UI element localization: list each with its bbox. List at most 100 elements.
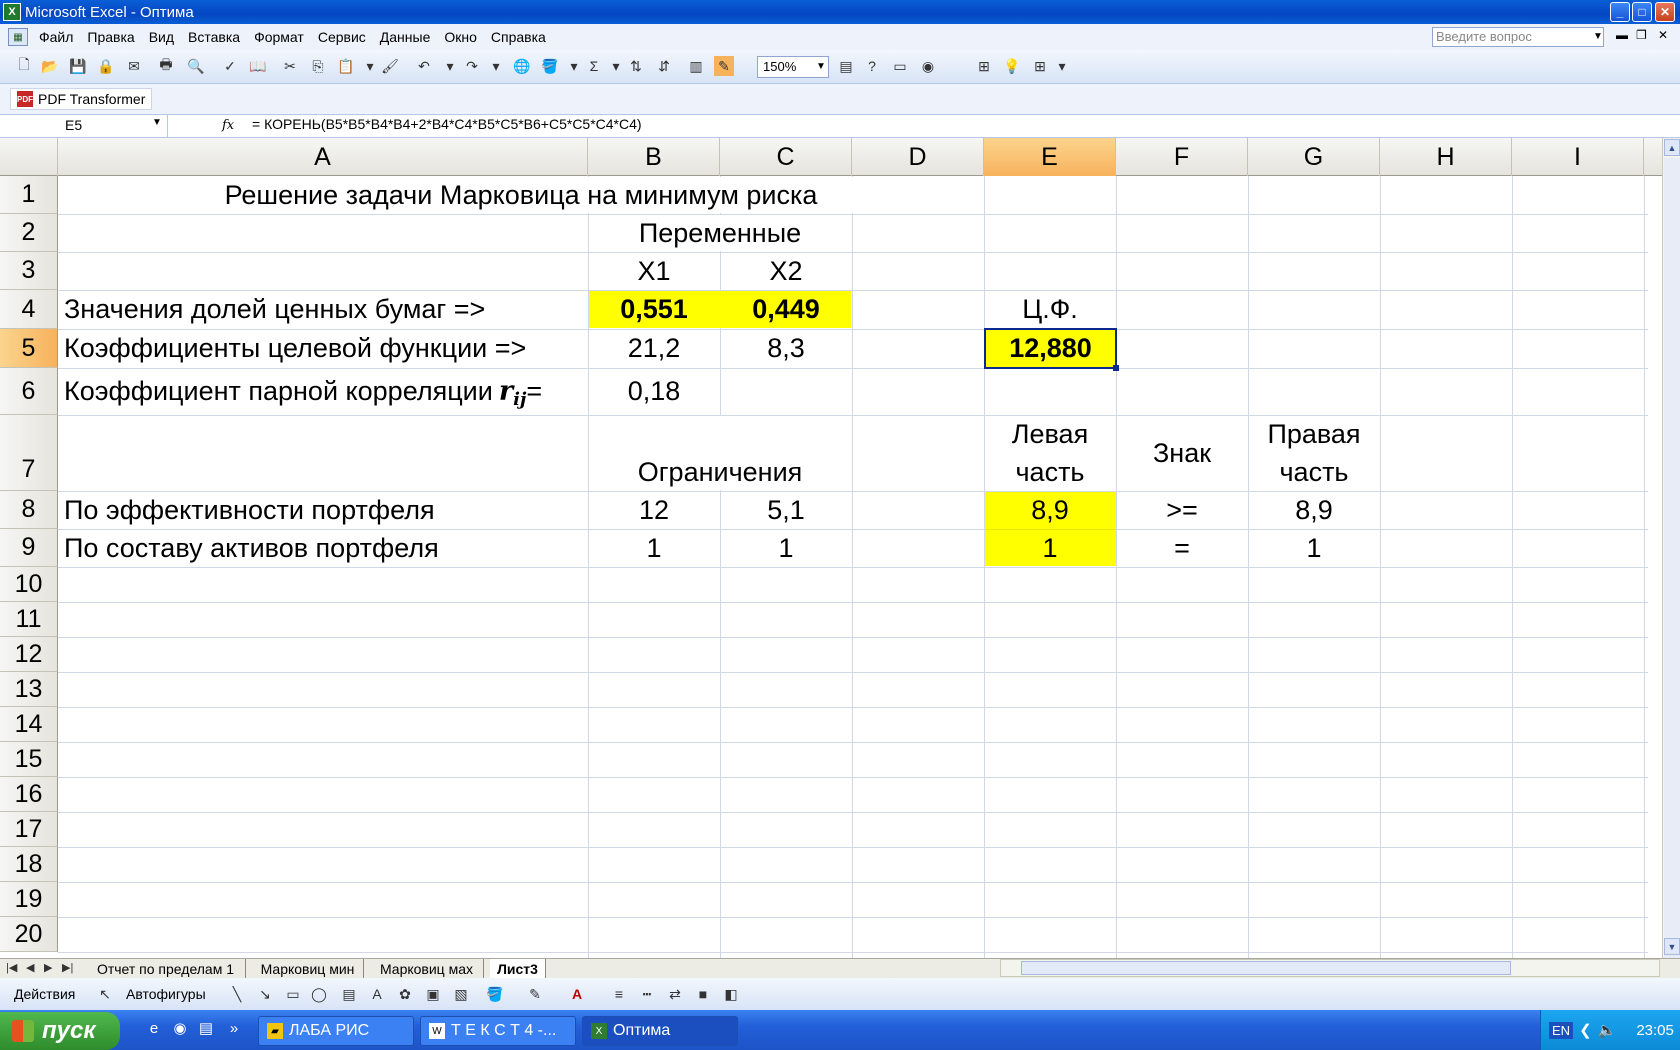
row-header-15[interactable]: 15 [0, 742, 58, 777]
cell-a6[interactable]: Коэффициент парной корреляции r ij = [64, 368, 588, 415]
borders-icon[interactable]: ⊞ [974, 56, 994, 76]
menu-file[interactable]: Файл [32, 29, 80, 45]
next-sheet-icon[interactable]: ▶ [44, 961, 52, 974]
cell-a9[interactable]: По составу активов портфеля [64, 529, 588, 567]
pdf-transformer-button[interactable]: PDF PDF Transformer [10, 88, 153, 110]
format-painter-icon[interactable]: 🖌 [380, 56, 400, 76]
cell-b2[interactable]: Переменные [588, 214, 852, 252]
row-header-9[interactable]: 9 [0, 529, 58, 567]
fill-dropdown-icon[interactable]: ▾ [564, 56, 584, 76]
prev-sheet-icon[interactable]: ◀ [26, 961, 34, 974]
cell-e5-selected[interactable]: 12,880 [984, 328, 1117, 369]
oval-icon[interactable]: ◯ [310, 985, 328, 1003]
grid-dropdown-icon[interactable]: ▾ [1052, 56, 1072, 76]
autosum-icon[interactable]: Σ [584, 56, 604, 76]
row-header-19[interactable]: 19 [0, 882, 58, 917]
row-header-6[interactable]: 6 [0, 368, 58, 415]
name-box-dropdown-icon[interactable]: ▼ [152, 117, 162, 128]
doc-close-button[interactable]: ✕ [1658, 28, 1668, 42]
cell-c8[interactable]: 5,1 [720, 491, 852, 529]
row-header-11[interactable]: 11 [0, 602, 58, 637]
doc-restore-button[interactable]: ❐ [1636, 28, 1647, 42]
row-header-18[interactable]: 18 [0, 847, 58, 882]
drawing-icon[interactable]: ✎ [714, 56, 734, 76]
actions-menu[interactable]: Действия [14, 986, 75, 1002]
new-icon[interactable]: 🗋 [14, 56, 34, 76]
cell-e4[interactable]: Ц.Ф. [984, 290, 1116, 329]
name-box[interactable]: E5 [0, 115, 168, 137]
row-header-14[interactable]: 14 [0, 707, 58, 742]
cell-c4[interactable]: 0,449 [720, 290, 852, 329]
cut-icon[interactable]: ✂ [280, 56, 300, 76]
row-header-2[interactable]: 2 [0, 214, 58, 252]
task-optima[interactable]: X Оптима [582, 1016, 738, 1046]
tray-arrow-icon[interactable]: ❮ [1579, 1021, 1592, 1039]
cell-e9[interactable]: 1 [984, 529, 1116, 567]
pdf-icon[interactable]: ▤ [836, 56, 856, 76]
menu-help[interactable]: Справка [484, 29, 553, 45]
hyperlink-icon[interactable]: 🌐 [512, 56, 532, 76]
menu-edit[interactable]: Правка [80, 29, 141, 45]
minimize-button[interactable]: _ [1610, 2, 1630, 22]
cell-b9[interactable]: 1 [588, 529, 720, 567]
start-button[interactable]: пуск [0, 1012, 120, 1050]
permission-icon[interactable]: 🔒 [96, 56, 116, 76]
cell-f8[interactable]: >= [1116, 491, 1248, 529]
3d-icon[interactable]: ◧ [722, 985, 740, 1003]
scroll-down-icon[interactable]: ▼ [1664, 938, 1680, 955]
cell-g9[interactable]: 1 [1248, 529, 1380, 567]
select-all-corner[interactable] [0, 138, 58, 176]
sort-asc-icon[interactable]: ⇅ [626, 56, 646, 76]
vertical-scrollbar[interactable]: ▲ ▼ [1662, 138, 1680, 994]
cell-e8[interactable]: 8,9 [984, 491, 1116, 529]
wordart-icon[interactable]: A [368, 985, 386, 1003]
doc-minimize-button[interactable]: ▬ [1616, 28, 1628, 42]
row-header-20[interactable]: 20 [0, 917, 58, 952]
close-button[interactable]: ✕ [1655, 2, 1675, 22]
sheet-tab-report[interactable]: Отчет по пределам 1 [86, 959, 246, 978]
scroll-up-icon[interactable]: ▲ [1664, 139, 1680, 156]
open-icon[interactable]: 📂 [40, 56, 60, 76]
arrow-style-icon[interactable]: ⇄ [666, 985, 684, 1003]
cell-e7-line1[interactable]: Левая [984, 415, 1116, 453]
row-header-17[interactable]: 17 [0, 812, 58, 847]
row-header-16[interactable]: 16 [0, 777, 58, 812]
task-laba-ris[interactable]: ▰ ЛАБА РИС [258, 1016, 414, 1046]
row-header-10[interactable]: 10 [0, 567, 58, 602]
sheet-tab-markowitz-min[interactable]: Марковиц мин [252, 959, 364, 978]
email-icon[interactable]: ✉ [124, 56, 144, 76]
excel-app-icon[interactable]: X [3, 3, 21, 21]
first-sheet-icon[interactable]: |◀ [6, 961, 17, 974]
autoshapes-menu[interactable]: Автофигуры [126, 986, 206, 1002]
menu-format[interactable]: Формат [247, 29, 311, 45]
rectangle-icon[interactable]: ▭ [284, 985, 302, 1003]
cell-g8[interactable]: 8,9 [1248, 491, 1380, 529]
row-header-4[interactable]: 4 [0, 290, 58, 329]
ie-icon[interactable]: e [144, 1018, 164, 1038]
column-header-g[interactable]: G [1248, 138, 1380, 176]
line-style-icon[interactable]: ≡ [610, 985, 628, 1003]
cell-c9[interactable]: 1 [720, 529, 852, 567]
volume-icon[interactable]: 🔈 [1598, 1021, 1617, 1039]
ask-question-input[interactable]: Введите вопрос [1432, 27, 1604, 47]
save-icon[interactable]: 💾 [68, 56, 88, 76]
fill-color-icon[interactable]: 🪣 [486, 985, 504, 1003]
paste-icon[interactable]: 📋 [336, 56, 356, 76]
line-color-icon[interactable]: ✎ [526, 985, 544, 1003]
cell-e7-line2[interactable]: часть [984, 453, 1116, 491]
help-icon[interactable]: ? [862, 56, 882, 76]
column-header-h[interactable]: H [1380, 138, 1512, 176]
ask-dropdown-icon[interactable]: ▼ [1592, 28, 1604, 46]
copy-icon[interactable]: ⎘ [308, 56, 328, 76]
row-header-8[interactable]: 8 [0, 491, 58, 529]
cell-c3[interactable]: X2 [720, 252, 852, 290]
vertical-scroll-thumb[interactable] [1664, 158, 1680, 994]
column-header-f[interactable]: F [1116, 138, 1248, 176]
task-text4[interactable]: W Т Е К С Т 4 -... [420, 1016, 576, 1046]
undo-dropdown-icon[interactable]: ▾ [440, 56, 460, 76]
cell-f7[interactable]: Знак [1116, 415, 1248, 491]
cell-a1[interactable]: Решение задачи Марковица на минимум риск… [58, 176, 984, 214]
cell-a8[interactable]: По эффективности портфеля [64, 491, 588, 529]
diagram-icon[interactable]: ✿ [396, 985, 414, 1003]
research-icon[interactable]: 📖 [248, 56, 268, 76]
